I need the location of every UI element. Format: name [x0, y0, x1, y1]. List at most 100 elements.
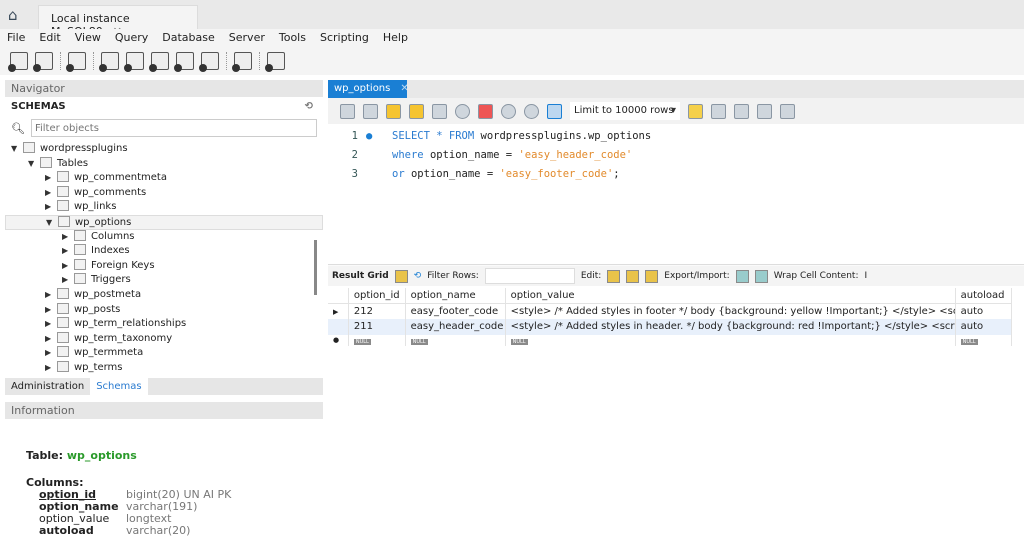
- menu-database[interactable]: Database: [162, 29, 215, 47]
- connection-tab[interactable]: Local instance MySQL80✕: [38, 5, 198, 38]
- chevron-right-icon[interactable]: ▶: [45, 346, 57, 361]
- column-header[interactable]: option_id: [348, 288, 406, 304]
- table-row[interactable]: 211 easy_header_code <style> /* Added styl…: [328, 319, 1013, 335]
- open-file-icon[interactable]: [340, 103, 355, 119]
- chevron-right-icon[interactable]: ▶: [62, 244, 74, 259]
- table-cell[interactable]: <style> /* Added styles in footer */ bod…: [505, 303, 956, 319]
- chevron-right-icon[interactable]: ▶: [62, 230, 74, 245]
- explain-icon[interactable]: [432, 103, 447, 119]
- chevron-right-icon[interactable]: ▶: [45, 171, 57, 186]
- menu-tools[interactable]: Tools: [279, 29, 306, 47]
- chevron-right-icon[interactable]: ▶: [45, 332, 57, 347]
- invisible-chars-icon[interactable]: [757, 103, 772, 119]
- tree-item[interactable]: ▶ wp_term_relationships: [5, 317, 323, 332]
- commit-icon[interactable]: [501, 103, 516, 119]
- toggle-error-stop-icon[interactable]: [478, 103, 493, 119]
- tree-item[interactable]: ▶ wp_commentmeta: [5, 171, 323, 186]
- tree-item[interactable]: ▶ wp_links: [5, 200, 323, 215]
- chevron-right-icon[interactable]: ▶: [45, 186, 57, 201]
- menu-help[interactable]: Help: [383, 29, 408, 47]
- row-indicator[interactable]: ▶: [328, 303, 349, 319]
- beautify-icon[interactable]: [711, 103, 726, 119]
- tree-item[interactable]: ▼ Tables: [5, 156, 323, 172]
- tree-item[interactable]: ▶ wp_termmeta: [5, 346, 323, 361]
- create-function-icon[interactable]: [199, 52, 219, 72]
- tab-administration[interactable]: Administration: [5, 378, 90, 395]
- find-icon[interactable]: [734, 103, 749, 119]
- table-cell[interactable]: <style> /* Added styles in header. */ bo…: [505, 319, 956, 335]
- chevron-right-icon[interactable]: ▶: [62, 273, 74, 288]
- sql-editor[interactable]: 1 ● SELECT * FROM wordpressplugins.wp_opti…: [328, 124, 1024, 264]
- tree-item[interactable]: ▼ wp_options: [5, 214, 323, 231]
- menu-server[interactable]: Server: [229, 29, 265, 47]
- execute-icon[interactable]: [386, 103, 401, 119]
- delete-row-icon[interactable]: [645, 269, 659, 283]
- table-cell[interactable]: easy_footer_code: [405, 303, 506, 319]
- tree-item[interactable]: ▶ wp_posts: [5, 302, 323, 318]
- autocommit-icon[interactable]: [547, 103, 562, 119]
- column-header[interactable]: autoload: [955, 288, 1013, 304]
- refresh-icon[interactable]: ⟲: [414, 271, 422, 281]
- column-header[interactable]: option_value: [505, 288, 956, 304]
- create-view-icon[interactable]: [149, 52, 169, 72]
- query-tab-wp-options[interactable]: wp_options ✕: [328, 80, 409, 98]
- table-cell[interactable]: easy_header_code: [405, 319, 506, 335]
- import-icon[interactable]: [754, 269, 768, 283]
- wrap-icon[interactable]: Ⅰ: [864, 271, 867, 281]
- chevron-right-icon[interactable]: ▶: [45, 317, 57, 332]
- chevron-down-icon[interactable]: ▼: [28, 157, 40, 172]
- new-row[interactable]: ● NULL NULL NULL NULL: [328, 334, 1013, 346]
- chevron-right-icon[interactable]: ▶: [62, 259, 74, 274]
- rollback-icon[interactable]: [524, 103, 539, 119]
- chevron-right-icon[interactable]: ▶: [45, 361, 57, 376]
- word-wrap-icon[interactable]: [780, 103, 795, 119]
- menu-view[interactable]: View: [75, 29, 101, 47]
- chevron-down-icon[interactable]: ▼: [11, 142, 23, 157]
- tree-item[interactable]: ▼ wordpressplugins: [5, 142, 323, 157]
- table-cell[interactable]: auto: [955, 319, 1013, 335]
- limit-rows-select[interactable]: Limit to 10000 rows: [570, 102, 680, 120]
- tree-item[interactable]: ▶ Columns: [5, 229, 323, 245]
- table-cell[interactable]: 212: [348, 303, 406, 319]
- table-cell[interactable]: 211: [348, 319, 406, 335]
- chevron-down-icon[interactable]: ▼: [46, 216, 58, 231]
- search-table-data-icon[interactable]: [232, 52, 252, 72]
- save-icon[interactable]: [363, 103, 378, 119]
- menu-scripting[interactable]: Scripting: [320, 29, 369, 47]
- stop-icon[interactable]: [455, 103, 470, 119]
- tree-item[interactable]: ▶ wp_terms: [5, 360, 323, 376]
- chevron-right-icon[interactable]: ▶: [45, 288, 57, 303]
- refresh-icon[interactable]: ⟲: [305, 97, 313, 117]
- close-icon[interactable]: ✕: [400, 83, 408, 94]
- new-sql-tab-icon[interactable]: [8, 52, 28, 72]
- execute-current-icon[interactable]: [409, 103, 424, 119]
- create-schema-icon[interactable]: [99, 52, 119, 72]
- result-grid-label[interactable]: Result Grid: [332, 271, 389, 281]
- tree-item[interactable]: ▶ wp_comments: [5, 185, 323, 201]
- add-snippet-icon[interactable]: [688, 103, 703, 119]
- table-cell[interactable]: auto: [955, 303, 1013, 319]
- tree-item[interactable]: ▶ wp_term_taxonomy: [5, 331, 323, 347]
- tree-item[interactable]: ▶ Indexes: [5, 244, 323, 259]
- tree-item[interactable]: ▶ Foreign Keys: [5, 258, 323, 274]
- export-icon[interactable]: [735, 269, 749, 283]
- menu-edit[interactable]: Edit: [39, 29, 60, 47]
- filter-objects-input[interactable]: [30, 119, 317, 137]
- column-header[interactable]: option_name: [405, 288, 506, 304]
- form-view-icon[interactable]: [394, 269, 408, 283]
- insert-row-icon[interactable]: [626, 269, 640, 283]
- inspector-icon[interactable]: [66, 52, 86, 72]
- chevron-right-icon[interactable]: ▶: [45, 303, 57, 318]
- tree-item[interactable]: ▶ Triggers: [5, 273, 323, 288]
- row-indicator[interactable]: [328, 319, 349, 335]
- tab-schemas[interactable]: Schemas: [90, 378, 148, 395]
- menu-query[interactable]: Query: [115, 29, 148, 47]
- table-row[interactable]: ▶ 212 easy_footer_code <style> /* Added sty…: [328, 303, 1013, 319]
- edit-icon[interactable]: [607, 269, 621, 283]
- create-procedure-icon[interactable]: [174, 52, 194, 72]
- create-table-icon[interactable]: [124, 52, 144, 72]
- tree-item[interactable]: ▶ wp_postmeta: [5, 287, 323, 303]
- chevron-right-icon[interactable]: ▶: [45, 200, 57, 215]
- filter-rows-input[interactable]: [484, 268, 575, 284]
- tree-scrollbar[interactable]: [314, 240, 317, 295]
